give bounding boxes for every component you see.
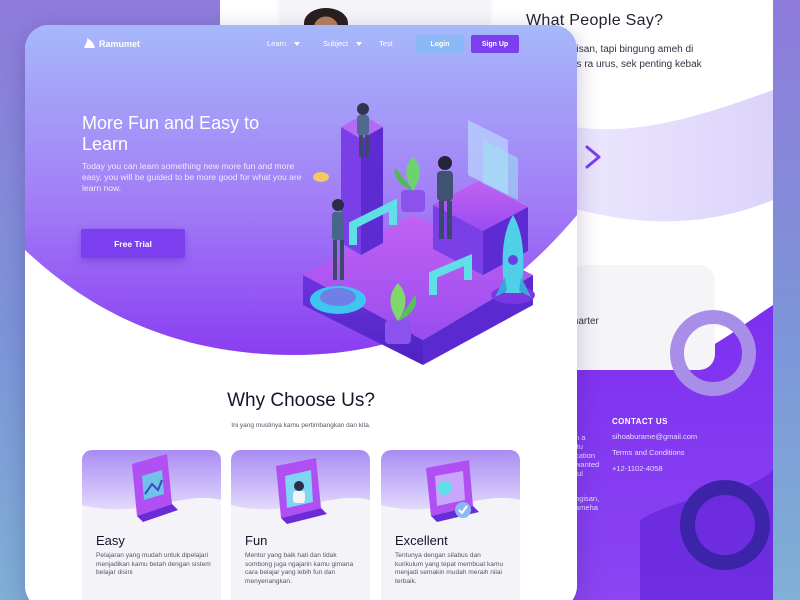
- nav-item-learn[interactable]: Learn: [267, 39, 301, 48]
- front-page: Ramumet Learn Subject Test Login Sign Up…: [25, 25, 577, 600]
- footer-email[interactable]: sihoaburame@gmail.com: [612, 432, 697, 441]
- nav-label: Subject: [323, 39, 349, 48]
- hero-illustration: [303, 103, 535, 365]
- footer-contact-heading: CONTACT US: [612, 417, 668, 426]
- decorative-ring: [680, 480, 770, 570]
- footer-fragment: ameha: [575, 503, 598, 512]
- testimonial-line: ses ra urus, sek penting kebak: [566, 59, 702, 70]
- signup-button[interactable]: Sign Up: [471, 35, 519, 53]
- nav-item-test[interactable]: Test: [379, 39, 393, 48]
- footer-terms-link[interactable]: Terms and Conditions: [612, 448, 685, 457]
- card-description: Pelajaran yang mudah untuk dipelajari me…: [96, 552, 211, 576]
- testimonial-line: tulisan, tapi bingung ameh di: [566, 44, 694, 55]
- feature-card-excellent[interactable]: Excellent Tentunya dengan silabus dan ku…: [381, 450, 520, 600]
- logo-mark-icon: [84, 38, 95, 48]
- feature-card-easy[interactable]: Easy Pelajaran yang mudah untuk dipelaja…: [82, 450, 221, 600]
- chevron-right-icon[interactable]: [582, 144, 604, 170]
- nav-item-subject[interactable]: Subject: [323, 39, 363, 48]
- nav-label: Learn: [267, 39, 287, 48]
- testimonial-text: tulisan, tapi bingung ameh di ses ra uru…: [566, 42, 766, 72]
- footer-fragment: ogisan,: [575, 494, 600, 503]
- logo[interactable]: Ramumet: [83, 38, 140, 49]
- nav-label: Test: [379, 39, 393, 48]
- footer-phone[interactable]: +12-1102-4058: [612, 464, 663, 473]
- why-subtitle: Ini yang mustinya kamu pertimbangkan dan…: [231, 422, 371, 429]
- card-description: Tentunya dengan silabus dan kurikulum ya…: [395, 552, 504, 585]
- excellent-illustration-icon: [426, 460, 479, 522]
- logo-text: Ramumet: [99, 38, 141, 49]
- decorative-ring: [670, 310, 756, 396]
- card-description: Mentor yang baik hati dan tidak sombong …: [245, 552, 354, 585]
- card-title: Fun: [245, 533, 268, 548]
- login-button[interactable]: Login: [416, 35, 464, 53]
- free-trial-button[interactable]: Free Trial: [81, 229, 185, 258]
- footer-fragment: cation: [575, 451, 596, 460]
- easy-illustration-icon: [132, 454, 178, 522]
- feature-card-fun[interactable]: Fun Mentor yang baik hati dan tidak somb…: [231, 450, 370, 600]
- caret-down-icon: [356, 41, 363, 46]
- card-title: Easy: [96, 533, 125, 548]
- caret-down-icon: [294, 41, 301, 46]
- card-title: Excellent: [395, 533, 448, 548]
- footer-fragment: wanted: [575, 460, 600, 469]
- why-title: Why Choose Us?: [227, 390, 375, 411]
- fun-illustration-icon: [276, 458, 327, 524]
